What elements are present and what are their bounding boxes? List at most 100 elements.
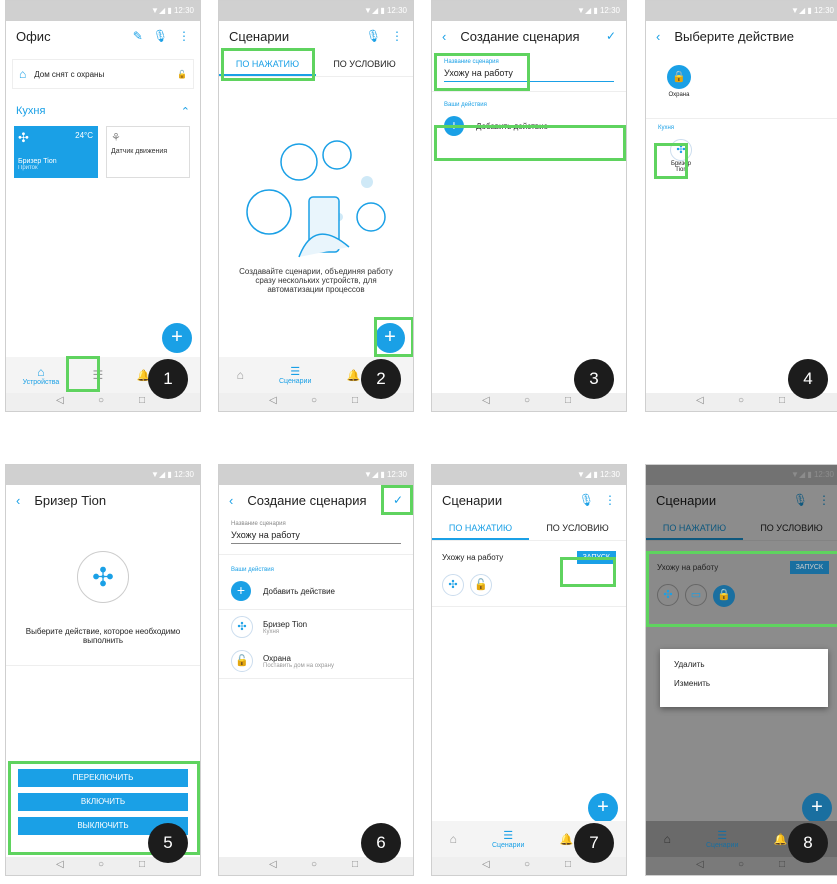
action-item-breezer[interactable]: ✣ Бризер Tion Кухня <box>219 610 413 644</box>
highlight-breezer <box>654 143 688 179</box>
home-icon: ⌂ <box>19 67 27 81</box>
home-circle-icon[interactable]: ○ <box>738 395 744 406</box>
scenarios-icon: ☰ <box>717 830 728 842</box>
nav-scenarios[interactable]: ☰ Сценарии <box>492 829 524 849</box>
lock-icon: 🔓 <box>470 574 492 596</box>
home-circle-icon[interactable]: ○ <box>738 859 744 870</box>
recents-icon[interactable]: □ <box>139 395 145 406</box>
tab-by-condition[interactable]: ПО УСЛОВИЮ <box>529 515 626 540</box>
recents-icon[interactable]: □ <box>565 395 571 406</box>
step-badge: 2 <box>361 359 401 399</box>
app-bar: ‹ Бризер Tion <box>6 485 200 515</box>
lock-open-icon: 🔓 <box>177 69 187 79</box>
status-bar: ▼◢ ▮ 12:30 <box>432 1 626 21</box>
more-icon[interactable]: ⋮ <box>178 29 190 43</box>
add-action-row[interactable]: + Добавить действие <box>219 573 413 610</box>
device-cards: ✣ 24°C Бризер Tion Приток ⚘ Датчик движения <box>6 118 200 186</box>
app-bar: Офис ✎ 🎙 ⋮ <box>6 21 200 51</box>
page-title: Создание сценария <box>460 28 580 44</box>
fan-icon: ✣ <box>231 616 253 638</box>
home-circle-icon[interactable]: ○ <box>524 859 530 870</box>
tab-by-tap[interactable]: ПО НАЖАТИЮ <box>432 515 529 540</box>
add-button[interactable]: + <box>802 793 832 823</box>
page-title: Бризер Tion <box>34 492 107 508</box>
nav-devices[interactable]: ⌂ Устройства <box>23 365 60 386</box>
tab-by-condition[interactable]: ПО УСЛОВИЮ <box>316 51 413 76</box>
home-circle-icon[interactable]: ○ <box>98 395 104 406</box>
back-arrow-icon[interactable]: ‹ <box>656 29 660 44</box>
back-icon[interactable]: ◁ <box>696 859 704 870</box>
recents-icon[interactable]: □ <box>779 395 785 406</box>
mic-icon[interactable]: 🎙 <box>579 493 594 507</box>
nav-devices[interactable]: ⌂ <box>664 832 671 846</box>
guard-option[interactable]: 🔒 Охрана <box>654 65 704 98</box>
recents-icon[interactable]: □ <box>565 859 571 870</box>
page-title: Выберите действие <box>674 28 794 44</box>
home-circle-icon[interactable]: ○ <box>311 859 317 870</box>
field-value: Ухожу на работу <box>231 527 401 544</box>
back-icon[interactable]: ◁ <box>269 859 277 870</box>
recents-icon[interactable]: □ <box>352 859 358 870</box>
recents-icon[interactable]: □ <box>352 395 358 406</box>
highlight-nav-scenarios <box>66 356 100 392</box>
device-card-motion[interactable]: ⚘ Датчик движения <box>106 126 190 178</box>
add-button[interactable]: + <box>588 793 618 823</box>
phone-3: ▼◢ ▮ 12:30 ‹ Создание сценария ✓ Название … <box>431 0 627 412</box>
menu-delete[interactable]: Удалить <box>674 657 814 679</box>
phone-7: ▼◢ ▮ 12:30 Сценарии 🎙 ⋮ ПО НАЖАТИЮ ПО УСЛОВ… <box>431 464 627 876</box>
nav-scenarios[interactable]: ☰ Сценарии <box>279 365 311 385</box>
nav-devices[interactable]: ⌂ <box>237 368 244 382</box>
back-arrow-icon[interactable]: ‹ <box>16 493 20 508</box>
back-arrow-icon[interactable]: ‹ <box>442 29 446 44</box>
nav-devices[interactable]: ⌂ <box>450 832 457 846</box>
nav-notifications[interactable]: 🔔 <box>347 369 361 382</box>
edit-icon[interactable]: ✎ <box>133 29 143 43</box>
action-item-guard[interactable]: 🔓 Охрана Поставить дом на охрану <box>219 644 413 679</box>
device-card-breezer[interactable]: ✣ 24°C Бризер Tion Приток <box>14 126 98 178</box>
scenarios-illustration <box>219 97 413 267</box>
status-bar: ▼◢ ▮ 12:30 <box>646 1 837 21</box>
home-status-row[interactable]: ⌂ Дом снят с охраны 🔓 <box>12 59 194 89</box>
back-icon[interactable]: ◁ <box>269 395 277 406</box>
recents-icon[interactable]: □ <box>139 859 145 870</box>
motion-sensor-icon: ⚘ <box>111 132 121 144</box>
back-icon[interactable]: ◁ <box>482 395 490 406</box>
tabs: ПО НАЖАТИЮ ПО УСЛОВИЮ <box>432 515 626 541</box>
add-button[interactable]: + <box>162 323 192 353</box>
mic-icon[interactable]: 🎙 <box>366 29 381 43</box>
phone-1: ▼◢ ▮ 12:30 Офис ✎ 🎙 ⋮ ⌂ Дом снят с охраны 🔓 К… <box>5 0 201 412</box>
phone-6: ▼◢ ▮ 12:30 ‹ Создание сценария ✓ Название … <box>218 464 414 876</box>
lock-icon: 🔓 <box>231 650 253 672</box>
back-icon[interactable]: ◁ <box>56 395 64 406</box>
app-bar: ‹ Создание сценария ✓ <box>432 21 626 51</box>
back-icon[interactable]: ◁ <box>56 859 64 870</box>
recents-icon[interactable]: □ <box>779 859 785 870</box>
home-circle-icon[interactable]: ○ <box>524 395 530 406</box>
menu-edit[interactable]: Изменить <box>674 679 814 688</box>
context-menu: Удалить Изменить <box>660 649 828 707</box>
step-badge: 3 <box>574 359 614 399</box>
back-arrow-icon[interactable]: ‹ <box>229 493 233 508</box>
empty-state-text: Создавайте сценарии, объединяя работу ср… <box>239 267 393 294</box>
home-circle-icon[interactable]: ○ <box>98 859 104 870</box>
check-icon[interactable]: ✓ <box>606 29 616 43</box>
back-icon[interactable]: ◁ <box>482 859 490 870</box>
nav-scenarios[interactable]: ☰ Сценарии <box>706 829 738 849</box>
section-label: Кухня <box>646 118 837 131</box>
fan-icon: ✣ <box>18 130 29 145</box>
page-title[interactable]: Офис <box>16 29 123 44</box>
status-bar: ▼◢ ▮ 12:30 <box>6 1 200 21</box>
nav-notifications[interactable]: 🔔 <box>774 833 788 846</box>
home-circle-icon[interactable]: ○ <box>311 395 317 406</box>
more-icon[interactable]: ⋮ <box>604 493 616 507</box>
back-icon[interactable]: ◁ <box>696 395 704 406</box>
mic-icon[interactable]: 🎙 <box>153 29 168 43</box>
status-bar: ▼◢ ▮ 12:30 <box>432 465 626 485</box>
section-kitchen[interactable]: Кухня ⌃ <box>6 97 200 118</box>
name-field[interactable]: Название сценария Ухожу на работу <box>219 515 413 555</box>
more-icon[interactable]: ⋮ <box>391 29 403 43</box>
status-bar: ▼◢ ▮ 12:30 <box>219 1 413 21</box>
nav-notifications[interactable]: 🔔 <box>560 833 574 846</box>
step-badge: 6 <box>361 823 401 863</box>
status-bar: ▼◢ ▮ 12:30 <box>219 465 413 485</box>
